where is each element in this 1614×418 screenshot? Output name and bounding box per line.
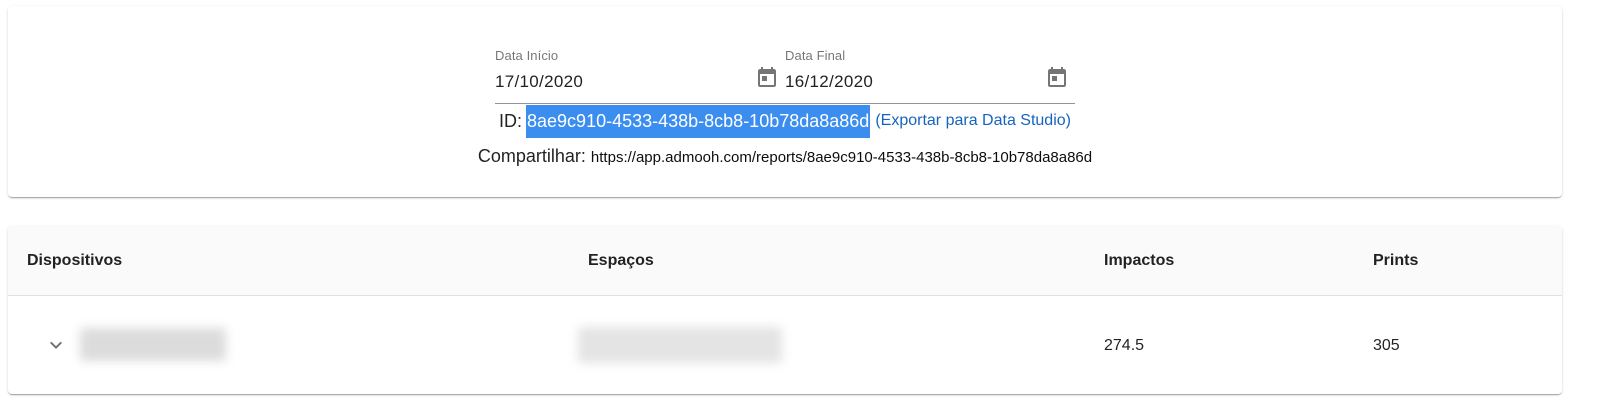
end-date-input[interactable]: 16/12/2020 — [785, 72, 873, 92]
cell-prints: 305 — [1373, 337, 1400, 354]
start-date-field[interactable]: Data Início 17/10/2020 — [495, 42, 785, 106]
share-line: Compartilhar: https://app.admooh.com/rep… — [8, 142, 1562, 170]
column-header-prints[interactable]: Prints — [1373, 226, 1418, 296]
end-date-label: Data Final — [785, 48, 846, 63]
start-date-input[interactable]: 17/10/2020 — [495, 72, 583, 92]
column-header-impactos[interactable]: Impactos — [1104, 226, 1174, 296]
space-name-redacted — [578, 327, 782, 363]
share-label: Compartilhar: — [477, 146, 586, 166]
calendar-icon[interactable] — [755, 66, 779, 90]
report-filter-card: Data Início 17/10/2020 Data Final 16/12/… — [8, 6, 1562, 197]
column-header-dispositivos[interactable]: Dispositivos — [27, 226, 122, 296]
report-id-line: ID: 8ae9c910-4533-438b-8cb8-10b78da8a86d… — [8, 103, 1562, 139]
start-date-label: Data Início — [495, 48, 559, 63]
chevron-down-icon[interactable] — [44, 333, 68, 357]
table-row[interactable]: 274.5 305 — [8, 297, 1562, 394]
end-date-field[interactable]: Data Final 16/12/2020 — [785, 42, 1075, 106]
export-data-studio-link[interactable]: (Exportar para Data Studio) — [875, 112, 1071, 129]
report-id-label: ID: — [499, 111, 523, 131]
report-id-value[interactable]: 8ae9c910-4533-438b-8cb8-10b78da8a86d — [526, 104, 871, 138]
share-url[interactable]: https://app.admooh.com/reports/8ae9c910-… — [591, 149, 1092, 166]
cell-impactos: 274.5 — [1104, 337, 1145, 354]
column-header-espacos[interactable]: Espaços — [588, 226, 654, 296]
report-table: Dispositivos Espaços Impactos Prints 274… — [8, 226, 1562, 394]
calendar-icon[interactable] — [1045, 66, 1069, 90]
table-header: Dispositivos Espaços Impactos Prints — [8, 226, 1562, 296]
device-name-redacted — [80, 328, 226, 361]
